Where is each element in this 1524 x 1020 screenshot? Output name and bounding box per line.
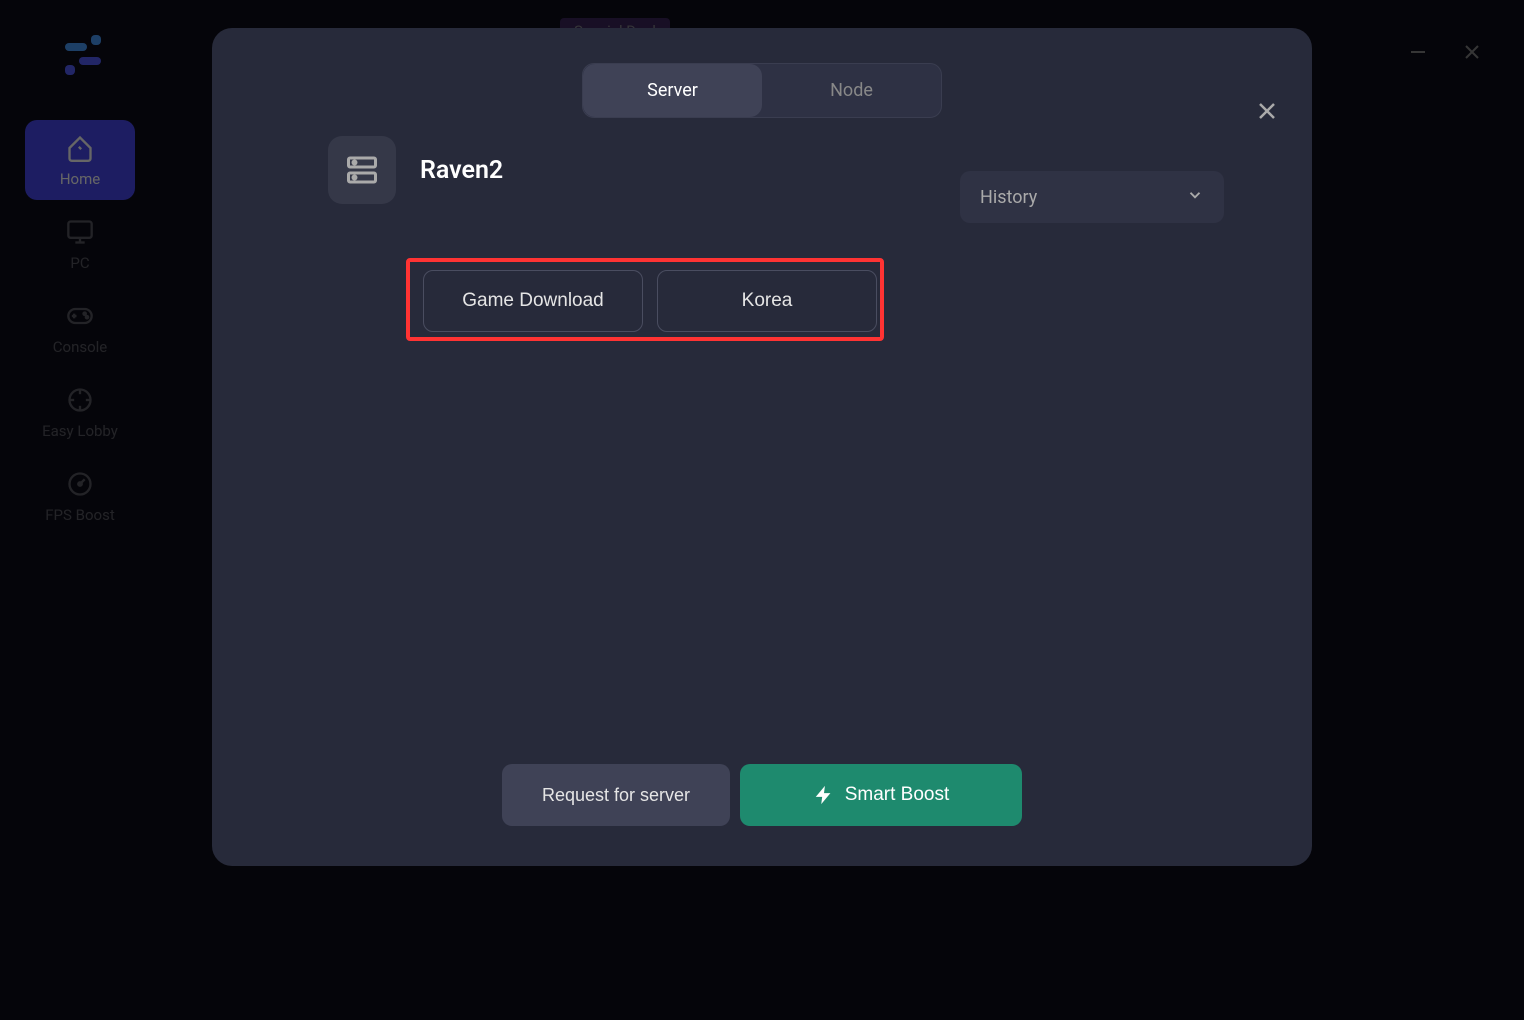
tab-node[interactable]: Node: [762, 64, 941, 117]
tab-switcher: Server Node: [582, 63, 942, 118]
server-stack-icon: [328, 136, 396, 204]
chevron-down-icon: [1186, 186, 1204, 209]
modal-close-button[interactable]: [1252, 96, 1282, 126]
server-selection-modal: Server Node Raven2 History: [212, 28, 1312, 866]
server-option-korea[interactable]: Korea: [657, 270, 877, 332]
tab-server[interactable]: Server: [583, 64, 762, 117]
smart-boost-button[interactable]: Smart Boost: [740, 764, 1022, 826]
history-dropdown-label: History: [980, 187, 1037, 208]
bolt-icon: [813, 784, 835, 806]
request-server-button[interactable]: Request for server: [502, 764, 730, 826]
server-options: Game Download Korea: [423, 270, 877, 332]
history-dropdown[interactable]: History: [960, 171, 1224, 223]
modal-overlay: Server Node Raven2 History: [0, 0, 1524, 1020]
game-title: Raven2: [420, 156, 503, 185]
bottom-buttons: Request for server Smart Boost: [502, 764, 1022, 826]
server-option-game-download[interactable]: Game Download: [423, 270, 643, 332]
smart-boost-label: Smart Boost: [845, 784, 950, 806]
